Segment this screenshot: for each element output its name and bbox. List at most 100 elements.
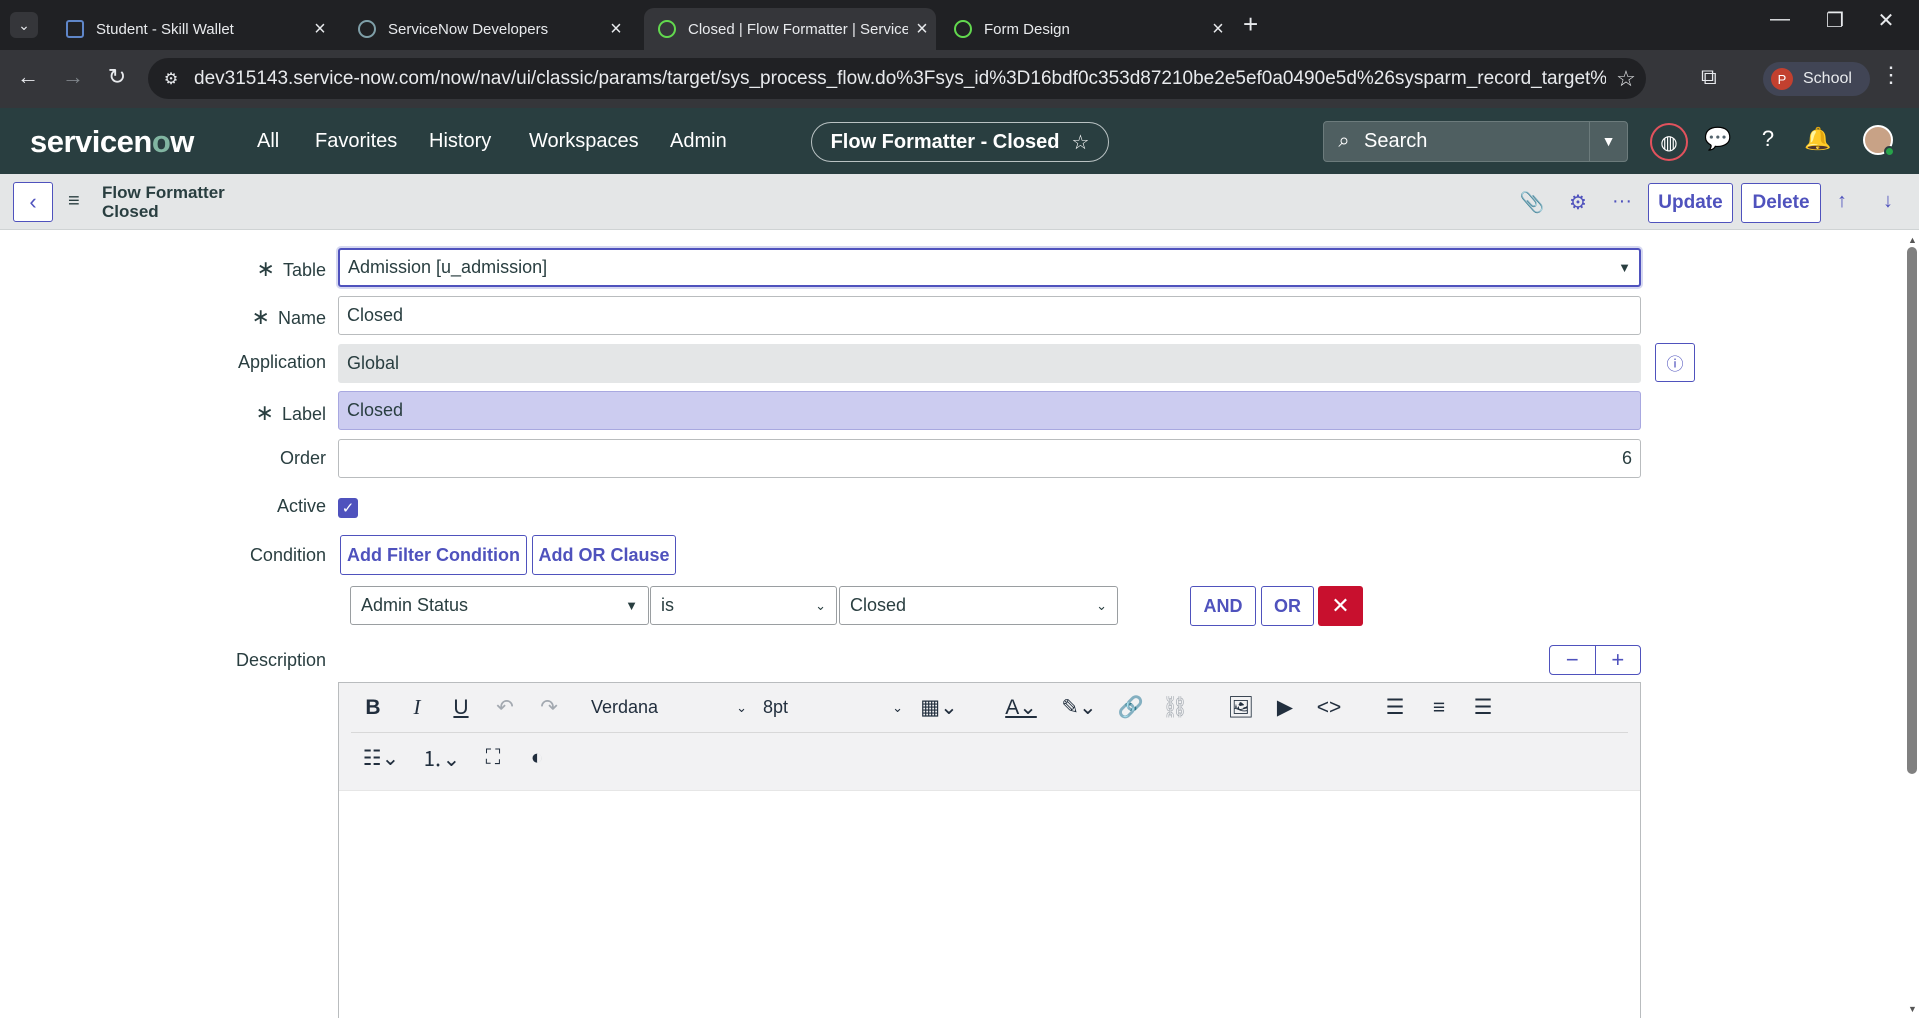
align-left-icon[interactable]: ☰ <box>1373 695 1417 720</box>
more-options-icon[interactable]: ··· <box>1607 190 1637 213</box>
label-value: Closed <box>347 400 404 420</box>
close-tab-icon[interactable]: × <box>908 18 936 41</box>
nav-admin[interactable]: Admin <box>670 130 727 153</box>
next-record-icon[interactable]: ↓ <box>1873 190 1903 213</box>
global-search[interactable]: ⌕ Search ▼ <box>1323 121 1628 162</box>
contrast-icon[interactable]: ◐ <box>515 746 559 770</box>
add-filter-condition-button[interactable]: Add Filter Condition <box>340 535 527 575</box>
browser-tab-active[interactable]: Closed | Flow Formatter | ServiceNow × <box>644 8 936 50</box>
form-title: Flow Formatter Closed <box>102 183 225 221</box>
tab-title: Closed | Flow Formatter | ServiceNow <box>688 20 908 38</box>
extensions-icon[interactable]: ⧉ <box>1701 64 1717 90</box>
name-field[interactable]: Closed <box>338 296 1641 335</box>
video-icon[interactable]: ▶ <box>1263 695 1307 720</box>
browser-tab[interactable]: Form Design × <box>940 8 1232 50</box>
link-icon[interactable]: 🔗 <box>1109 696 1153 720</box>
user-avatar[interactable] <box>1863 125 1895 157</box>
numbered-list-icon[interactable]: ⒈⌄ <box>411 743 471 773</box>
label-field[interactable]: Closed <box>338 391 1641 430</box>
back-arrow-icon[interactable]: ← <box>13 64 43 90</box>
scroll-down-arrow-icon[interactable]: ▼ <box>1906 1004 1919 1014</box>
browser-toolbar: ← → ↻ ⚙ dev315143.service-now.com/now/na… <box>0 50 1919 108</box>
delete-button[interactable]: Delete <box>1741 183 1821 223</box>
info-icon[interactable]: ⓘ <box>1655 343 1695 382</box>
redo-icon[interactable]: ↷ <box>527 695 571 720</box>
url-text: dev315143.service-now.com/now/nav/ui/cla… <box>194 67 1606 89</box>
shrink-icon[interactable]: − <box>1550 646 1596 674</box>
chat-icon[interactable]: 💬 <box>1702 126 1734 152</box>
browser-tab-bar: ⌄ Student - Skill Wallet × ServiceNow De… <box>0 0 1919 50</box>
update-button[interactable]: Update <box>1648 183 1733 223</box>
servicenow-logo[interactable]: servicenow <box>30 124 194 160</box>
address-bar[interactable]: ⚙ dev315143.service-now.com/now/nav/ui/c… <box>148 58 1646 99</box>
browser-menu-icon[interactable]: ⋮ <box>1880 62 1902 88</box>
minimize-icon[interactable]: — <box>1760 8 1800 31</box>
close-tab-icon[interactable]: × <box>1204 18 1232 41</box>
browser-tab[interactable]: ServiceNow Developers × <box>344 8 630 50</box>
new-tab-icon[interactable]: + <box>1243 9 1258 40</box>
bullet-list-icon[interactable]: ☷⌄ <box>351 746 411 771</box>
table-select[interactable]: Admission [u_admission] ▼ <box>338 248 1641 287</box>
bold-icon[interactable]: B <box>351 696 395 720</box>
tab-search-button[interactable]: ⌄ <box>10 12 38 38</box>
nav-workspaces[interactable]: Workspaces <box>529 130 639 153</box>
highlight-color-icon[interactable]: ✎⌄ <box>1049 695 1109 720</box>
undo-icon[interactable]: ↶ <box>483 695 527 720</box>
condition-operator-select[interactable]: is ⌄ <box>650 586 837 625</box>
close-tab-icon[interactable]: × <box>306 18 334 41</box>
bell-icon[interactable]: 🔔 <box>1802 126 1834 152</box>
italic-icon[interactable]: I <box>395 695 439 720</box>
attachment-icon[interactable]: 📎 <box>1517 190 1547 215</box>
code-icon[interactable]: <> <box>1307 696 1351 720</box>
nav-history[interactable]: History <box>429 130 491 153</box>
search-scope-dropdown[interactable]: ▼ <box>1589 122 1627 161</box>
and-button[interactable]: AND <box>1190 586 1256 626</box>
application-label: Application <box>237 352 326 372</box>
profile-button[interactable]: P School <box>1763 62 1870 96</box>
table-value: Admission [u_admission] <box>348 257 548 277</box>
close-window-icon[interactable]: ✕ <box>1866 8 1906 33</box>
help-icon[interactable]: ? <box>1752 126 1784 152</box>
text-color-icon[interactable]: A⌄ <box>993 695 1049 720</box>
condition-field-select[interactable]: Admin Status ▼ <box>350 586 649 625</box>
personalize-icon[interactable]: ⚙ <box>1563 190 1593 215</box>
search-input[interactable]: Search <box>1364 130 1589 153</box>
browser-tab[interactable]: Student - Skill Wallet × <box>52 8 334 50</box>
unlink-icon[interactable]: ⛓ <box>1153 696 1197 720</box>
align-center-icon[interactable]: ≡ <box>1417 696 1461 720</box>
condition-operator-value: is <box>661 595 674 615</box>
close-tab-icon[interactable]: × <box>602 18 630 41</box>
reload-icon[interactable]: ↻ <box>102 64 132 90</box>
order-field[interactable]: 6 <box>338 439 1641 478</box>
globe-icon[interactable]: ◍ <box>1650 123 1688 161</box>
font-family-dropdown[interactable]: Verdana ⌄ <box>583 697 755 718</box>
font-size-dropdown[interactable]: 8pt ⌄ <box>755 697 911 718</box>
tab-title: ServiceNow Developers <box>388 20 549 38</box>
scroll-up-arrow-icon[interactable]: ▲ <box>1906 235 1919 245</box>
nav-favorites[interactable]: Favorites <box>315 130 397 153</box>
fullscreen-icon[interactable]: ⛶ <box>471 746 515 770</box>
nav-all[interactable]: All <box>257 130 279 153</box>
table-icon[interactable]: ▦⌄ <box>911 695 967 720</box>
context-pill[interactable]: Flow Formatter - Closed ☆ <box>811 122 1109 162</box>
site-info-icon[interactable]: ⚙ <box>148 69 194 89</box>
align-right-icon[interactable]: ☰ <box>1461 695 1505 720</box>
favorite-star-icon[interactable]: ☆ <box>1071 130 1089 155</box>
forward-arrow-icon[interactable]: → <box>58 64 88 90</box>
delete-condition-button[interactable]: ✕ <box>1318 586 1363 626</box>
context-menu-icon[interactable]: ≡ <box>68 190 80 213</box>
or-button[interactable]: OR <box>1261 586 1314 626</box>
underline-icon[interactable]: U <box>439 696 483 720</box>
active-checkbox[interactable]: ✓ <box>338 498 358 518</box>
condition-value-select[interactable]: Closed ⌄ <box>839 586 1118 625</box>
previous-record-icon[interactable]: ↑ <box>1827 190 1857 213</box>
scrollbar-thumb[interactable] <box>1907 247 1917 774</box>
restore-icon[interactable]: ❐ <box>1815 8 1855 33</box>
expand-icon[interactable]: + <box>1596 646 1641 674</box>
bookmark-star-icon[interactable]: ☆ <box>1606 66 1646 92</box>
back-button[interactable]: ‹ <box>13 182 53 222</box>
chevron-down-icon: ⌄ <box>736 699 747 715</box>
add-or-clause-button[interactable]: Add OR Clause <box>532 535 676 575</box>
description-editor: B I U ↶ ↷ Verdana ⌄ 8pt ⌄ ▦⌄ A⌄ ✎⌄ 🔗 ⛓ 🖼 ▶… <box>338 682 1641 1018</box>
image-icon[interactable]: 🖼 <box>1219 696 1263 720</box>
